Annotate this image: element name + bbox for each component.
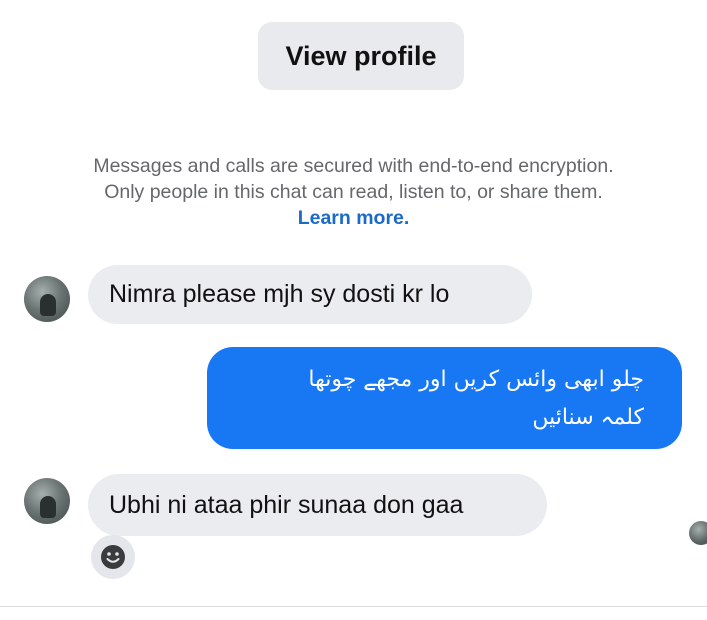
message-text-line-2: کلمہ سنائیں (532, 405, 644, 430)
smiley-face-icon (101, 545, 125, 569)
contact-avatar[interactable] (24, 478, 70, 524)
view-profile-button[interactable]: View profile (258, 22, 464, 90)
encryption-notice: Messages and calls are secured with end-… (90, 153, 617, 231)
contact-avatar[interactable] (24, 276, 70, 322)
message-text: Nimra please mjh sy dosti kr lo (109, 280, 450, 308)
message-text: Ubhi ni ataa phir sunaa don gaa (109, 490, 464, 519)
reaction-button[interactable] (91, 535, 135, 579)
avatar-figure (40, 496, 56, 518)
avatar-figure (40, 294, 56, 316)
message-bubble-outgoing[interactable]: چلو ابھی وائس کریں اور مجھے چوتھا کلمہ س… (207, 347, 682, 449)
encryption-notice-text: Messages and calls are secured with end-… (93, 155, 614, 203)
seen-avatar (689, 521, 707, 545)
message-bubble-incoming[interactable]: Nimra please mjh sy dosti kr lo (88, 265, 532, 324)
learn-more-link[interactable]: Learn more. (298, 207, 410, 229)
composer-divider (0, 606, 707, 607)
message-text-line-1: چلو ابھی وائس کریں اور مجھے چوتھا (308, 367, 644, 392)
message-bubble-incoming[interactable]: Ubhi ni ataa phir sunaa don gaa (88, 474, 547, 536)
